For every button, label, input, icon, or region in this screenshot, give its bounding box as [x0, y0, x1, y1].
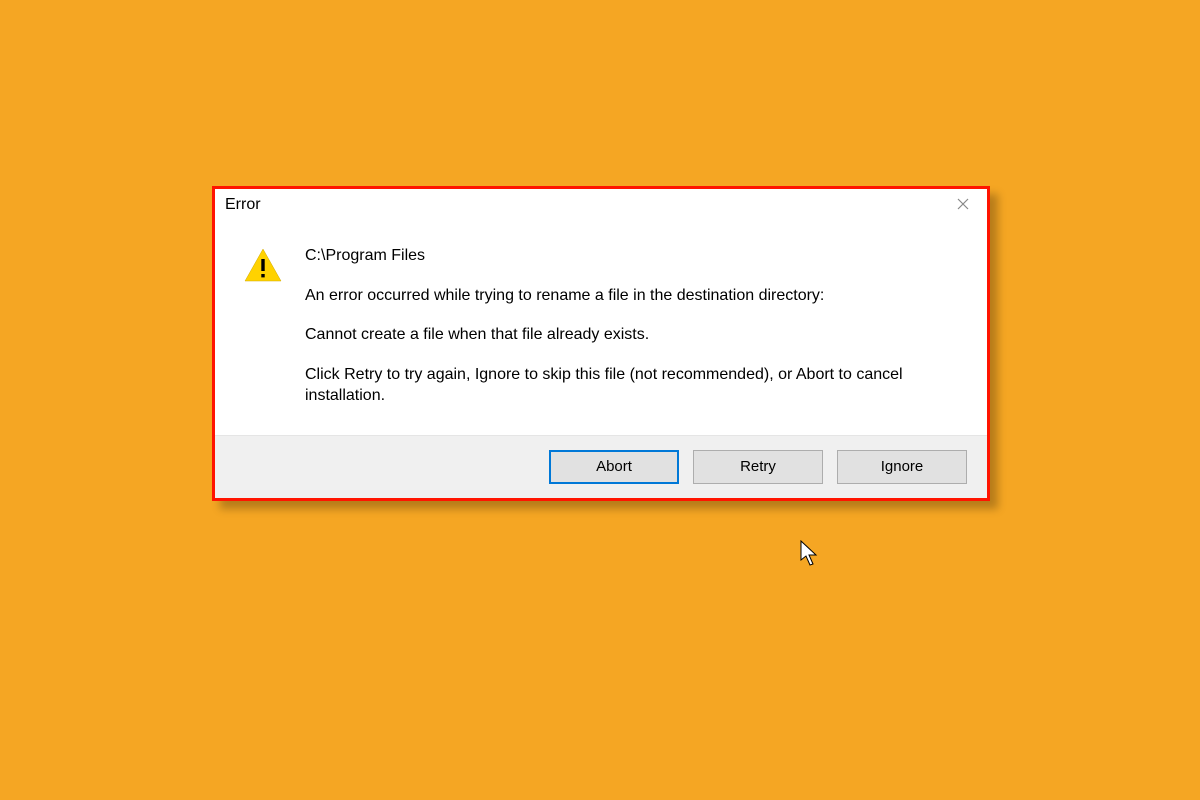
close-icon — [957, 197, 969, 213]
abort-button[interactable]: Abort — [549, 450, 679, 484]
dialog-frame: Error C:\Program Files An error — [212, 186, 990, 501]
dialog-title: Error — [225, 196, 261, 214]
error-message-2: Cannot create a file when that file alre… — [305, 324, 959, 346]
button-bar: Abort Retry Ignore — [215, 435, 987, 498]
retry-button[interactable]: Retry — [693, 450, 823, 484]
message-column: C:\Program Files An error occurred while… — [305, 245, 959, 407]
error-path: C:\Program Files — [305, 245, 959, 267]
error-dialog: Error C:\Program Files An error — [212, 186, 990, 501]
mouse-cursor-icon — [800, 540, 820, 573]
ignore-button[interactable]: Ignore — [837, 450, 967, 484]
close-button[interactable] — [949, 193, 977, 217]
dialog-content: C:\Program Files An error occurred while… — [215, 221, 987, 435]
error-message-3: Click Retry to try again, Ignore to skip… — [305, 364, 959, 407]
icon-column — [243, 245, 283, 407]
titlebar: Error — [215, 189, 987, 221]
warning-icon — [243, 270, 283, 287]
error-message-1: An error occurred while trying to rename… — [305, 285, 959, 307]
